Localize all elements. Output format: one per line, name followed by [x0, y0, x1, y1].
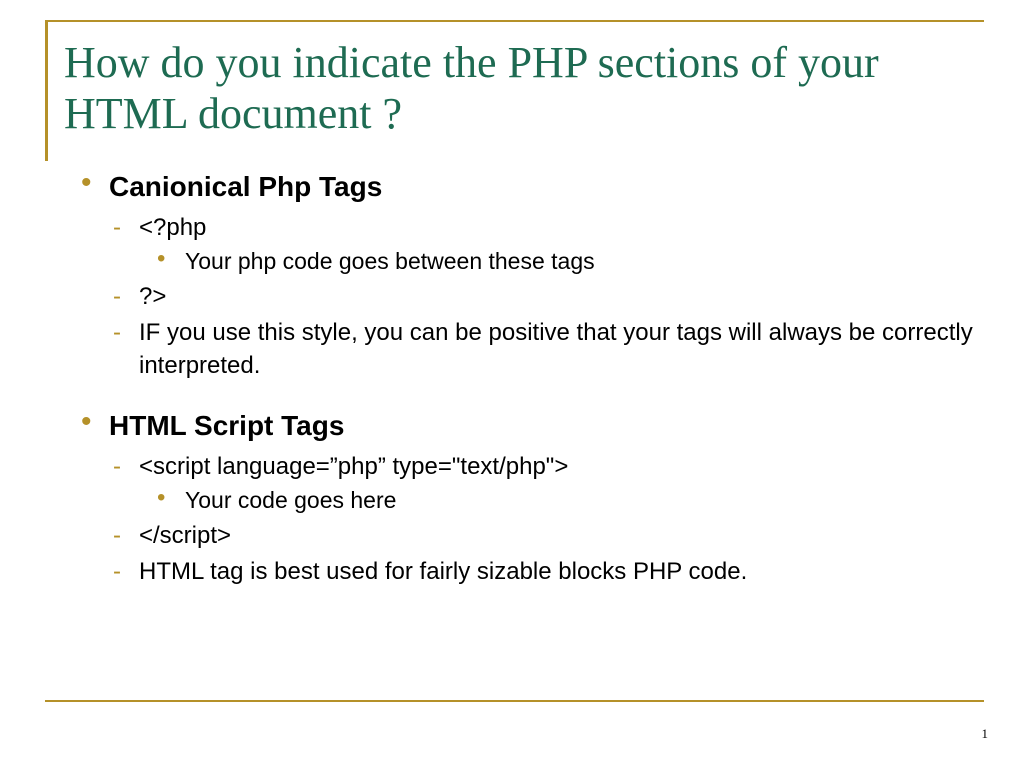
- section-heading: Canionical Php Tags: [109, 169, 984, 205]
- item-text: <?php: [139, 214, 206, 241]
- spacer: [75, 388, 984, 408]
- sub-sub-list: Your php code goes between these tags: [139, 246, 984, 277]
- list-item: ?>: [109, 281, 984, 313]
- item-text: <script language=”php” type="text/php">: [139, 453, 568, 480]
- section-item: HTML Script Tags <script language=”php” …: [75, 408, 984, 589]
- sub-list: <?php Your php code goes between these t…: [109, 212, 984, 383]
- list-item: Your code goes here: [139, 485, 984, 516]
- slide-title: How do you indicate the PHP sections of …: [64, 22, 984, 161]
- list-item: IF you use this style, you can be positi…: [109, 317, 984, 382]
- bullet-list: Canionical Php Tags <?php Your php code …: [75, 169, 984, 382]
- title-accent-bar: [45, 22, 48, 161]
- page-number: 1: [982, 726, 989, 742]
- list-item: </script>: [109, 520, 984, 552]
- list-item: <script language=”php” type="text/php"> …: [109, 451, 984, 516]
- list-item: <?php Your php code goes between these t…: [109, 212, 984, 277]
- sub-list: <script language=”php” type="text/php"> …: [109, 451, 984, 589]
- bullet-list: HTML Script Tags <script language=”php” …: [75, 408, 984, 589]
- sub-sub-list: Your code goes here: [139, 485, 984, 516]
- slide-frame: How do you indicate the PHP sections of …: [45, 20, 984, 595]
- list-item: Your php code goes between these tags: [139, 246, 984, 277]
- section-heading: HTML Script Tags: [109, 408, 984, 444]
- title-block: How do you indicate the PHP sections of …: [45, 22, 984, 161]
- section-item: Canionical Php Tags <?php Your php code …: [75, 169, 984, 382]
- list-item: HTML tag is best used for fairly sizable…: [109, 556, 984, 588]
- slide-content: Canionical Php Tags <?php Your php code …: [45, 161, 984, 589]
- bottom-rule: [45, 700, 984, 702]
